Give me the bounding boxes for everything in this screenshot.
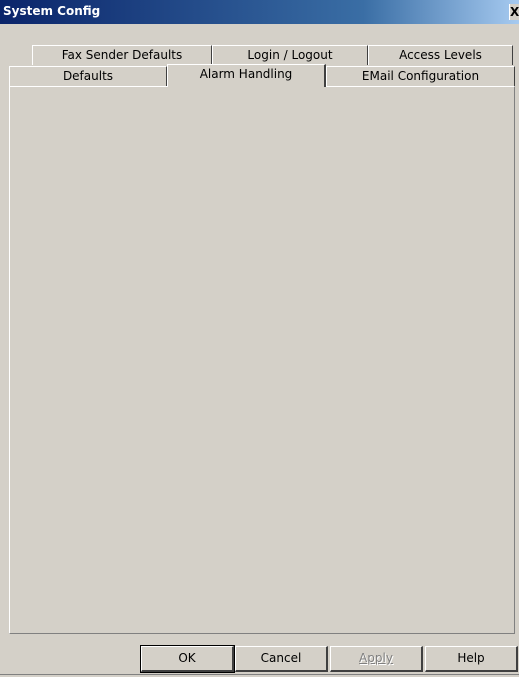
tab-fax-sender-defaults[interactable]: Fax Sender Defaults bbox=[32, 45, 212, 65]
window-title: System Config bbox=[3, 4, 101, 18]
ok-button[interactable]: OK bbox=[140, 645, 235, 673]
close-button[interactable]: X bbox=[509, 4, 519, 20]
tab-access-levels[interactable]: Access Levels bbox=[368, 45, 513, 65]
cancel-button[interactable]: Cancel bbox=[235, 646, 328, 672]
tab-alarm-handling[interactable]: Alarm Handling bbox=[167, 64, 326, 87]
tab-defaults[interactable]: Defaults bbox=[9, 66, 167, 86]
apply-button[interactable]: Apply bbox=[330, 646, 423, 672]
tab-login-logout[interactable]: Login / Logout bbox=[212, 45, 368, 65]
alarm-handling-panel bbox=[9, 86, 515, 634]
help-button[interactable]: Help bbox=[425, 646, 518, 672]
title-bar: System Config X bbox=[0, 0, 519, 24]
tab-email-configuration[interactable]: EMail Configuration bbox=[326, 66, 515, 86]
